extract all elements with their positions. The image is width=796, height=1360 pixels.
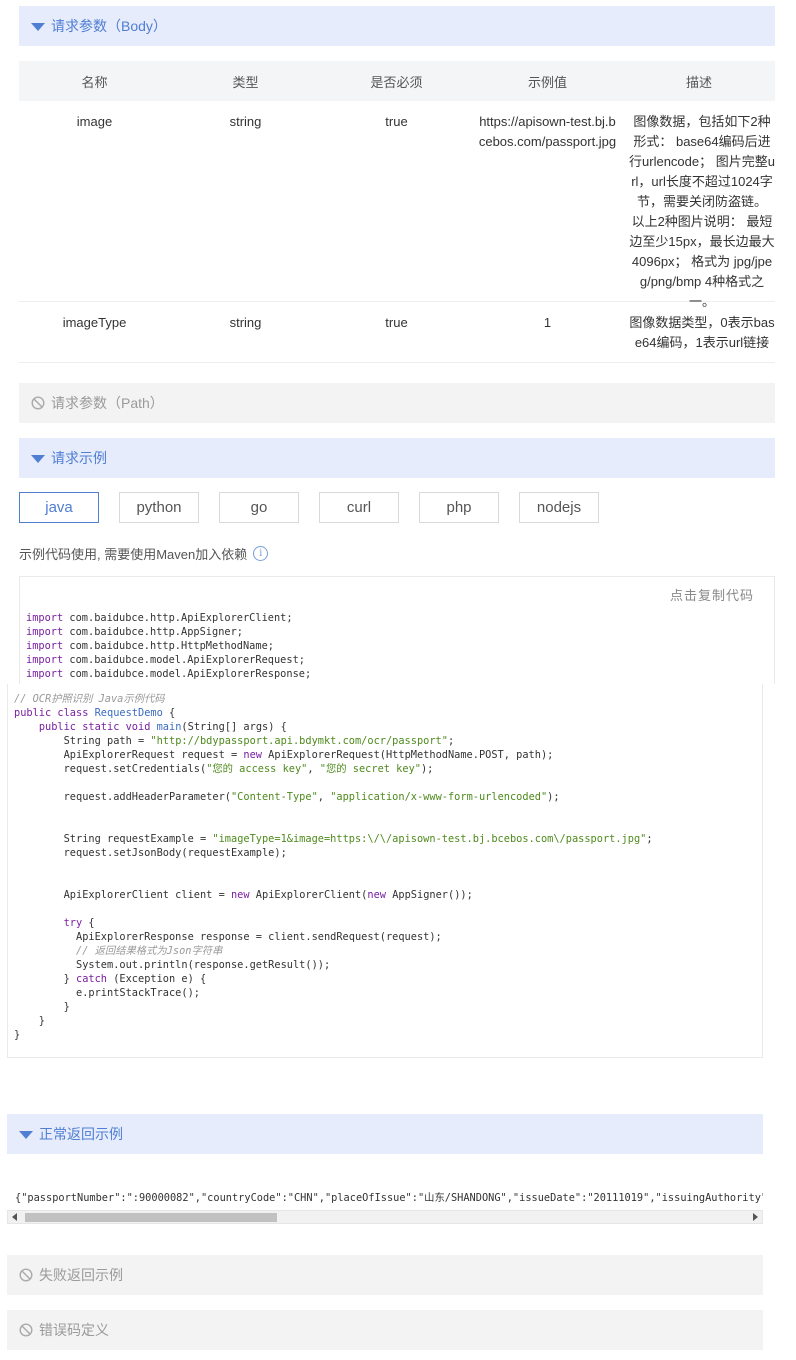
param-description: 图像数据，包括如下2种形式： base64编码后进行urlencode； 图片完… <box>629 114 775 309</box>
tab-nodejs[interactable]: nodejs <box>519 492 599 523</box>
response-sample-text: {"passportNumber":":90000082","countryCo… <box>7 1184 763 1209</box>
header-type: 类型 <box>232 74 259 90</box>
section-failed-response: 失败返回示例 <box>7 1255 763 1295</box>
code-imports: import com.baidubce.http.ApiExplorerClie… <box>26 612 312 680</box>
section-request-example[interactable]: 请求示例 <box>19 438 775 478</box>
scrollbar-thumb[interactable] <box>25 1213 277 1222</box>
caret-down-icon <box>31 23 45 31</box>
params-table: 名称 类型 是否必须 示例值 描述 image string true http… <box>19 61 775 363</box>
response-sample-box: {"passportNumber":":90000082","countryCo… <box>7 1184 763 1226</box>
ban-icon <box>19 1323 33 1337</box>
header-description: 描述 <box>685 74 712 90</box>
header-example: 示例值 <box>527 74 567 90</box>
ban-icon <box>31 396 45 410</box>
horizontal-scrollbar[interactable] <box>7 1210 763 1224</box>
param-description: 图像数据类型，0表示base64编码，1表示url链接 <box>629 315 775 350</box>
param-type: string <box>229 114 262 129</box>
section-title: 正常返回示例 <box>39 1126 123 1142</box>
code-main: // OCR护照识别 Java示例代码 public class Request… <box>14 693 653 1041</box>
code-imports-box: 点击复制代码 import com.baidubce.http.ApiExplo… <box>19 576 775 684</box>
response-json: {"passportNumber":":90000082","countryCo… <box>15 1192 763 1204</box>
param-required: true <box>385 315 408 330</box>
param-required: true <box>385 114 408 129</box>
section-title: 失败返回示例 <box>39 1267 123 1283</box>
section-title: 错误码定义 <box>39 1322 109 1338</box>
ban-icon <box>19 1268 33 1282</box>
header-required: 是否必须 <box>370 74 423 90</box>
param-name: imageType <box>62 315 127 330</box>
maven-note-text: 示例代码使用, 需要使用Maven加入依赖 <box>19 547 248 562</box>
copy-code-button[interactable]: 点击复制代码 <box>670 585 754 604</box>
param-example: https://apisown-test.bj.bcebos.com/passp… <box>478 114 617 149</box>
tab-php[interactable]: php <box>419 492 499 523</box>
caret-down-icon <box>31 455 45 463</box>
section-body-params[interactable]: 请求参数（Body） <box>19 6 775 46</box>
section-title: 请求示例 <box>51 450 107 466</box>
language-tabs: java python go curl php nodejs <box>19 492 619 523</box>
section-title: 请求参数（Body） <box>51 18 167 34</box>
tab-java[interactable]: java <box>19 492 99 523</box>
table-row: image string true https://apisown-test.b… <box>19 101 775 309</box>
section-normal-response[interactable]: 正常返回示例 <box>7 1114 763 1154</box>
scroll-right-icon[interactable] <box>753 1213 758 1221</box>
param-example: 1 <box>543 315 552 330</box>
param-name: image <box>76 114 113 129</box>
tab-python[interactable]: python <box>119 492 199 523</box>
maven-note: 示例代码使用, 需要使用Maven加入依赖 i <box>19 544 269 563</box>
section-title: 请求参数（Path） <box>51 395 164 411</box>
table-row: imageType string true 1 图像数据类型，0表示base64… <box>19 302 775 363</box>
caret-down-icon <box>19 1131 33 1139</box>
header-name: 名称 <box>81 74 108 90</box>
section-path-params: 请求参数（Path） <box>19 383 775 423</box>
scroll-left-icon[interactable] <box>12 1213 17 1221</box>
param-type: string <box>229 315 262 330</box>
code-main-box: // OCR护照识别 Java示例代码 public class Request… <box>7 684 763 1058</box>
section-error-codes: 错误码定义 <box>7 1310 763 1350</box>
table-header: 名称 类型 是否必须 示例值 描述 <box>19 61 775 101</box>
tab-curl[interactable]: curl <box>319 492 399 523</box>
tab-go[interactable]: go <box>219 492 299 523</box>
info-icon[interactable]: i <box>253 546 269 561</box>
